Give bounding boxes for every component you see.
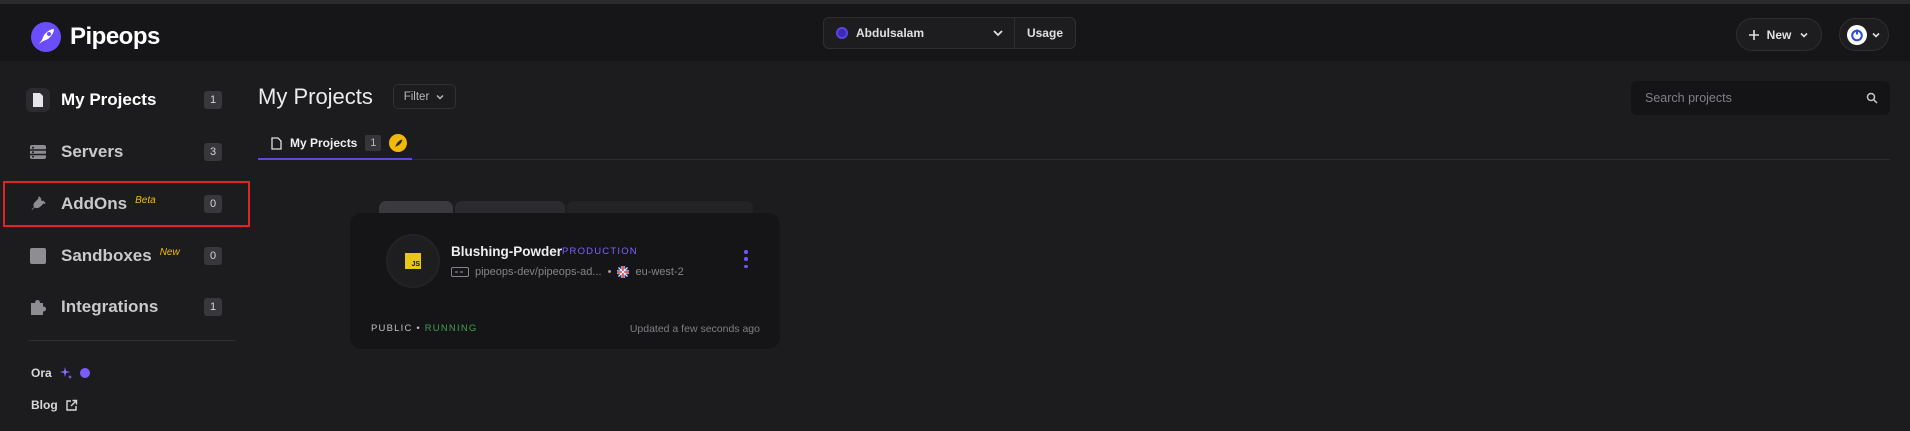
filter-button[interactable]: Filter: [393, 84, 456, 109]
workspace-name: Abdulsalam: [856, 26, 925, 40]
ora-label: Ora: [31, 366, 52, 380]
sidebar-item-sandboxes[interactable]: Sandboxes New 0: [26, 239, 222, 273]
new-tag: New: [159, 246, 180, 258]
project-status: PUBLIC • RUNNING: [371, 323, 477, 334]
tab-count-badge: 1: [365, 135, 382, 151]
filter-label: Filter: [403, 90, 430, 103]
sidebar-item-integrations[interactable]: Integrations 1: [26, 290, 222, 324]
page-title: My Projects: [258, 84, 373, 109]
sidebar-link-ora[interactable]: Ora: [31, 366, 90, 380]
project-name: Blushing-Powder: [451, 244, 562, 259]
plus-icon: [1748, 29, 1759, 40]
environment-badge: PRODUCTION: [562, 246, 638, 257]
sparkles-icon: [59, 367, 72, 379]
sidebar-item-label: Servers: [61, 142, 124, 161]
server-icon: [26, 140, 50, 164]
blog-label: Blog: [31, 398, 58, 412]
count-badge: 1: [204, 91, 222, 109]
workspace-dropdown[interactable]: Abdulsalam: [824, 18, 1014, 48]
sidebar-item-label: Sandboxes: [61, 246, 152, 265]
sandbox-icon: [26, 244, 50, 268]
app-name: Pipeops: [70, 23, 160, 50]
count-badge: 3: [204, 143, 222, 161]
tabs-divider: [258, 159, 1890, 160]
sidebar-item-my-projects[interactable]: My Projects 1: [26, 83, 222, 117]
pipeops-logo[interactable]: Pipeops: [30, 21, 160, 53]
document-icon: [26, 88, 50, 112]
chevron-down-icon: [993, 30, 1003, 37]
more-options-icon[interactable]: [742, 250, 750, 268]
repo-name: pipeops-dev/pipeops-ad...: [475, 266, 602, 278]
updated-timestamp: Updated a few seconds ago: [629, 323, 760, 335]
chevron-down-icon: [436, 94, 444, 100]
power-icon: [1850, 29, 1863, 41]
usage-button[interactable]: Usage: [1015, 26, 1075, 40]
separator-dot: •: [607, 266, 612, 278]
highlight-box: [3, 181, 250, 227]
search-input[interactable]: [1643, 90, 1866, 106]
user-menu-button[interactable]: [1839, 18, 1889, 51]
user-avatar: [1846, 24, 1867, 45]
status-label: RUNNING: [424, 323, 478, 334]
tab-label: My Projects: [290, 136, 358, 150]
external-link-icon: [65, 399, 77, 411]
separator-dot: •: [416, 323, 421, 334]
document-icon: [271, 136, 282, 150]
puzzle-icon: [26, 295, 50, 319]
new-button[interactable]: New: [1736, 18, 1822, 51]
repository-icon: [451, 267, 469, 277]
rocket-logo-icon: [31, 22, 61, 52]
chevron-down-icon: [1800, 32, 1808, 38]
visibility-label: PUBLIC: [371, 323, 413, 334]
javascript-icon: JS: [405, 253, 421, 269]
sidebar-divider: [28, 340, 236, 341]
sidebar-item-servers[interactable]: Servers 3: [26, 135, 222, 169]
top-bar: Pipeops Abdulsalam Usage New: [0, 0, 1910, 61]
search-icon[interactable]: [1866, 92, 1878, 104]
search-box: [1631, 81, 1890, 115]
chevron-down-icon: [1871, 32, 1880, 38]
sidebar-item-label: My Projects: [61, 90, 157, 109]
status-dot: [79, 368, 90, 378]
sidebar-item-label: Integrations: [61, 297, 159, 316]
environment-label: PRODUCTION: [562, 246, 638, 257]
sidebar-link-blog[interactable]: Blog: [31, 398, 78, 412]
workspace-switcher: Abdulsalam Usage: [823, 17, 1076, 49]
project-avatar: JS: [386, 234, 440, 288]
rocket-badge-icon: [389, 134, 408, 152]
uk-flag-icon: [617, 266, 630, 278]
count-badge: 0: [204, 247, 222, 265]
new-button-label: New: [1766, 27, 1792, 42]
workspace-avatar: [836, 27, 848, 39]
region-label: eu-west-2: [635, 266, 684, 278]
count-badge: 1: [204, 298, 222, 316]
tab-my-projects[interactable]: My Projects 1: [258, 128, 412, 160]
project-meta: pipeops-dev/pipeops-ad... • eu-west-2: [451, 266, 684, 278]
project-card[interactable]: JS Blushing-Powder PRODUCTION pipeops-de…: [350, 213, 780, 349]
